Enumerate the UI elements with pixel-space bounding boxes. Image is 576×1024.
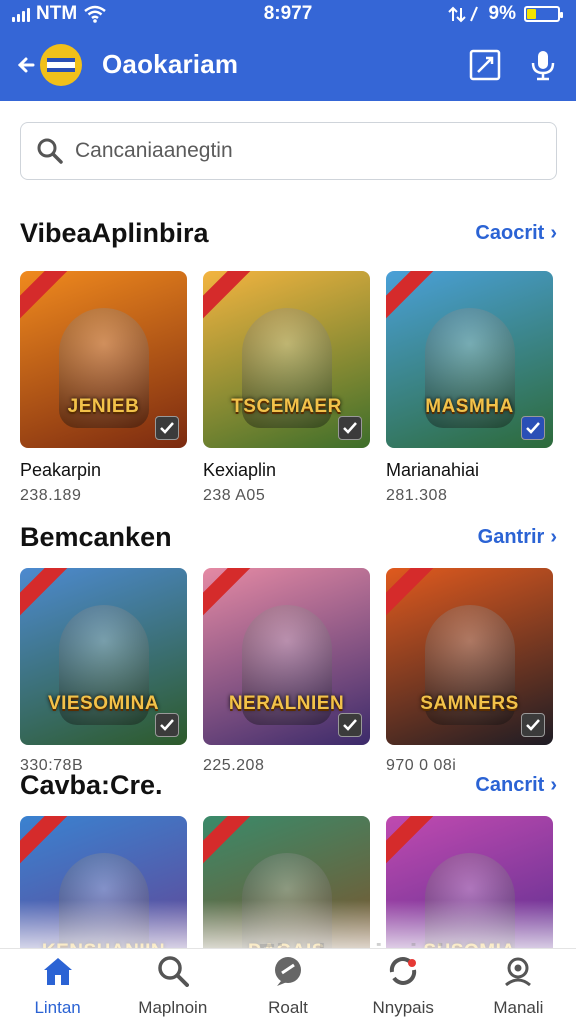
chat-icon	[271, 955, 305, 992]
chevron-right-icon: ›	[550, 774, 557, 796]
bottom-navigation: Lintan Maplnoin Roalt Nnypais Manali	[0, 948, 576, 1024]
section-title: Bemcanken	[20, 522, 172, 552]
app-meta: 281.308	[386, 487, 448, 504]
see-all-label: Cancrit	[475, 774, 545, 796]
section-header: VibeaAplinbira Caocrit ›	[20, 218, 557, 249]
corner-ribbon	[386, 816, 438, 868]
chevron-right-icon: ›	[550, 222, 557, 244]
nav-label: Manali	[493, 998, 544, 1017]
check-badge-icon	[338, 416, 362, 440]
voice-button[interactable]	[526, 48, 560, 82]
app-card[interactable]: SAMNERS 970 0 08i	[386, 568, 553, 775]
app-meta: 238.189	[20, 487, 82, 504]
app-card[interactable]: MASMHA Marianahiai 281.308	[386, 271, 553, 505]
section-title: Cavba:Cre.	[20, 770, 163, 800]
app-row: VIESOMINA 330:78B NERALNIEN 225.208 SAMNERS 9…	[20, 568, 560, 775]
chevron-right-icon: ›	[550, 526, 557, 548]
app-thumbnail[interactable]: TSCEMAER	[203, 271, 370, 448]
game-logo-text: VIESOMINA	[47, 693, 160, 714]
app-thumbnail[interactable]: JENIEB	[20, 271, 187, 448]
signal-icon	[12, 6, 30, 22]
corner-ribbon	[203, 816, 255, 868]
corner-ribbon	[20, 816, 72, 868]
back-button[interactable]	[16, 55, 36, 75]
app-thumbnail[interactable]: SAMNERS	[386, 568, 553, 745]
see-all-link[interactable]: Cancrit ›	[475, 774, 557, 797]
status-left: NTM	[12, 3, 107, 25]
app-name: Marianahiai	[386, 460, 480, 480]
data-arrows-icon	[447, 6, 478, 23]
app-bar-actions	[468, 48, 560, 82]
see-all-link[interactable]: Gantrir ›	[478, 526, 557, 549]
search-bar[interactable]	[20, 122, 557, 180]
app-row: JENIEB Peakarpin 238.189 TSCEMAER Kexiaplin 2…	[20, 271, 560, 505]
edit-button[interactable]	[468, 48, 502, 82]
app-card[interactable]: NERALNIEN 225.208	[203, 568, 370, 775]
nav-item[interactable]: Lintan	[0, 949, 115, 1024]
carrier-label: NTM	[36, 3, 78, 24]
app-name: Peakarpin	[20, 460, 102, 480]
app-bar: Oaokariam	[0, 28, 576, 101]
edit-icon	[469, 49, 501, 80]
status-bar: NTM 8:977 9%	[0, 0, 576, 28]
check-badge-icon	[155, 713, 179, 737]
game-logo-text: TSCEMAER	[231, 396, 342, 417]
corner-ribbon	[386, 271, 438, 323]
corner-ribbon	[20, 568, 72, 620]
app-card[interactable]: TSCEMAER Kexiaplin 238 A05	[203, 271, 370, 505]
battery-icon	[524, 6, 563, 22]
app-meta: 238 A05	[203, 487, 266, 504]
app-card[interactable]: VIESOMINA 330:78B	[20, 568, 187, 775]
back-arrow-icon	[17, 57, 35, 72]
app-thumbnail[interactable]: MASMHA	[386, 271, 553, 448]
app-thumbnail[interactable]: VIESOMINA	[20, 568, 187, 745]
nav-label: Lintan	[34, 998, 81, 1017]
app-name: Kexiaplin	[203, 460, 277, 480]
search-icon	[157, 955, 189, 992]
search-input[interactable]	[75, 139, 515, 163]
nav-label: Roalt	[268, 998, 308, 1017]
check-badge-icon	[521, 713, 545, 737]
wifi-icon	[84, 5, 106, 23]
check-badge-icon	[521, 416, 545, 440]
app-logo-icon	[40, 43, 82, 86]
check-badge-icon	[155, 416, 179, 440]
see-all-label: Caocrit	[475, 222, 545, 244]
game-logo-text: MASMHA	[425, 396, 514, 417]
corner-ribbon	[386, 568, 438, 620]
corner-ribbon	[20, 271, 72, 323]
nav-item[interactable]: Manali	[461, 949, 576, 1024]
home-icon	[41, 955, 75, 992]
game-logo-text: SAMNERS	[420, 693, 519, 714]
page-title: Oaokariam	[102, 49, 239, 79]
section-header: Bemcanken Gantrir ›	[20, 522, 557, 553]
see-all-label: Gantrir	[477, 526, 545, 548]
corner-ribbon	[203, 568, 255, 620]
game-logo-text: JENIEB	[67, 396, 140, 417]
microphone-icon	[531, 50, 555, 80]
nav-item[interactable]: Maplnoin	[115, 949, 230, 1024]
check-badge-icon	[338, 713, 362, 737]
battery-percent: 9%	[488, 3, 516, 24]
nav-item[interactable]: Roalt	[230, 949, 345, 1024]
game-logo-text: NERALNIEN	[228, 693, 345, 714]
app-thumbnail[interactable]: NERALNIEN	[203, 568, 370, 745]
corner-ribbon	[203, 271, 255, 323]
search-icon	[37, 138, 63, 164]
refresh-icon	[386, 955, 420, 992]
nav-label: Maplnoin	[138, 998, 208, 1017]
battery-level	[527, 9, 536, 19]
app-card[interactable]: JENIEB Peakarpin 238.189	[20, 271, 187, 505]
section-header: Cavba:Cre. Cancrit ›	[20, 770, 557, 801]
status-right: 9%	[447, 3, 563, 25]
section-title: VibeaAplinbira	[20, 218, 209, 248]
see-all-link[interactable]: Caocrit ›	[475, 222, 557, 245]
app-screen: NTM 8:977 9% Oaokariam Cancaniaanegtin V…	[0, 0, 576, 1024]
nav-label: Nnypais	[372, 998, 434, 1017]
profile-icon	[502, 955, 534, 992]
nav-item[interactable]: Nnypais	[346, 949, 461, 1024]
